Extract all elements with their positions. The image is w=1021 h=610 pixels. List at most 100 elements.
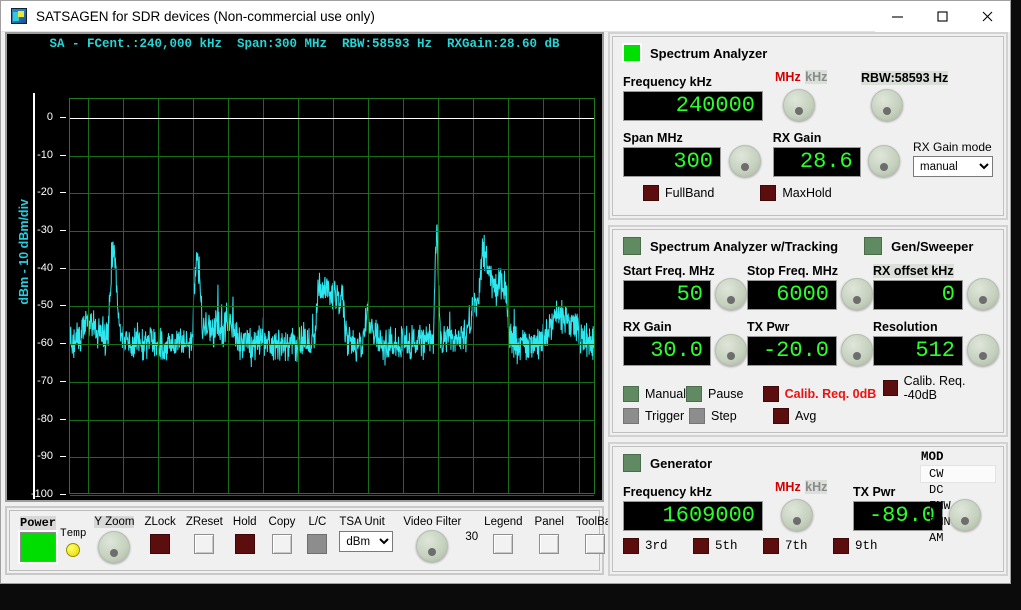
grid-line-vertical xyxy=(228,99,229,493)
tracking-rxgain-value[interactable]: 30.0 xyxy=(623,336,711,366)
tracking-title: Spectrum Analyzer w/Tracking xyxy=(650,239,838,254)
pause-checkbox[interactable]: Pause xyxy=(686,386,763,402)
grid-line-horizontal xyxy=(70,344,594,345)
minimize-icon[interactable] xyxy=(875,1,920,32)
toolbar-button[interactable] xyxy=(585,534,605,554)
harmonic-5th-checkbox[interactable]: 5th xyxy=(693,538,763,554)
y-tick-label: -40 xyxy=(37,262,53,274)
y-tick-mark xyxy=(60,456,66,457)
video-filter-knob[interactable] xyxy=(416,530,448,562)
grid-line-horizontal xyxy=(70,156,594,157)
zreset-label: ZReset xyxy=(186,516,223,528)
mod-option-label: FMW xyxy=(929,499,951,513)
trigger-label: Trigger xyxy=(645,409,684,423)
sa-unit-knob-group: MHz kHz xyxy=(775,68,861,121)
sa-rxgain-knob-wrap xyxy=(868,145,913,177)
rx-offset-group: RX offset kHz 0 xyxy=(873,262,963,310)
sa-frequency-knob[interactable] xyxy=(783,89,815,121)
rx-offset-knob[interactable] xyxy=(967,278,999,310)
sa-row-2: Span MHz 300 RX Gain 28.6 xyxy=(623,131,993,177)
y-tick-label: -80 xyxy=(37,413,53,425)
tracking-txpwr-knob[interactable] xyxy=(841,334,873,366)
sa-span-value[interactable]: 300 xyxy=(623,147,721,177)
close-icon[interactable] xyxy=(965,1,1010,32)
spectrum-analyzer-toggle[interactable] xyxy=(623,44,641,62)
power-button[interactable] xyxy=(20,532,56,562)
tsa-unit-select[interactable]: dBm xyxy=(339,531,393,552)
sa-rxgain-value[interactable]: 28.6 xyxy=(773,147,861,177)
hold-button[interactable] xyxy=(235,534,255,554)
gen-txpwr-knob[interactable] xyxy=(949,499,981,531)
gen-unit-khz-label[interactable]: kHz xyxy=(805,480,827,494)
legend-button[interactable] xyxy=(493,534,513,554)
mod-option-cw[interactable]: CW xyxy=(921,466,995,482)
step-checkbox[interactable]: Step xyxy=(689,408,773,424)
start-freq-knob[interactable] xyxy=(715,278,747,310)
stop-freq-knob[interactable] xyxy=(841,278,873,310)
fullband-box-icon xyxy=(643,185,659,201)
resolution-value[interactable]: 512 xyxy=(873,336,963,366)
app-window: SATSAGEN for SDR devices (Non-commercial… xyxy=(0,0,1011,584)
sa-unit-khz-label[interactable]: kHz xyxy=(805,70,827,84)
manual-checkbox[interactable]: Manual xyxy=(623,386,686,402)
harmonic-3rd-checkbox[interactable]: 3rd xyxy=(623,538,693,554)
generator-toggle[interactable] xyxy=(623,454,641,472)
y-tick-label: -10 xyxy=(37,149,53,161)
gen-frequency-value[interactable]: 1609000 xyxy=(623,501,763,531)
y-tick-label: -70 xyxy=(37,375,53,387)
sa-rxgain-mode-group: RX Gain mode manual xyxy=(913,140,993,177)
mod-option-dc[interactable]: DC xyxy=(921,482,995,498)
maximize-icon[interactable] xyxy=(920,1,965,32)
sa-rbw-knob[interactable] xyxy=(871,89,903,121)
y-axis-line xyxy=(33,93,35,499)
zlock-button[interactable] xyxy=(150,534,170,554)
gen-unit-mhz-label[interactable]: MHz xyxy=(775,480,801,494)
sa-fullband-checkbox[interactable]: FullBand xyxy=(643,185,714,201)
pause-box-icon xyxy=(686,386,702,402)
sa-span-knob[interactable] xyxy=(729,145,761,177)
plot-header-text: SA - FCent.:240,000 kHz Span:300 MHz RBW… xyxy=(7,37,602,51)
start-freq-value[interactable]: 50 xyxy=(623,280,711,310)
panel-button[interactable] xyxy=(539,534,559,554)
grid-line-horizontal xyxy=(70,457,594,458)
tracking-toggle[interactable] xyxy=(623,237,641,255)
tracking-txpwr-value[interactable]: -20.0 xyxy=(747,336,837,366)
resolution-knob[interactable] xyxy=(967,334,999,366)
zreset-button[interactable] xyxy=(194,534,214,554)
copy-button[interactable] xyxy=(272,534,292,554)
sa-maxhold-label: MaxHold xyxy=(782,186,831,200)
lc-button[interactable] xyxy=(307,534,327,554)
tracking-rxgain-knob[interactable] xyxy=(715,334,747,366)
sa-unit-mhz-label[interactable]: MHz xyxy=(775,70,801,84)
avg-checkbox[interactable]: Avg xyxy=(773,408,816,424)
gen-frequency-knob[interactable] xyxy=(781,499,813,531)
calib-40db-label: Calib. Req. -40dB xyxy=(904,374,993,402)
stop-freq-value[interactable]: 6000 xyxy=(747,280,837,310)
harmonic-7th-checkbox[interactable]: 7th xyxy=(763,538,833,554)
rx-offset-label: RX offset kHz xyxy=(873,264,954,278)
tracking-rxgain-knob-wrap xyxy=(711,334,747,366)
harmonic-9th-checkbox[interactable]: 9th xyxy=(833,538,903,554)
trigger-checkbox[interactable]: Trigger xyxy=(623,408,689,424)
spectrum-analyzer-title: Spectrum Analyzer xyxy=(650,46,767,61)
spectrum-plot[interactable]: SA - FCent.:240,000 kHz Span:300 MHz RBW… xyxy=(5,32,604,502)
rx-offset-value[interactable]: 0 xyxy=(873,280,963,310)
gen-sweeper-toggle[interactable] xyxy=(864,237,882,255)
sa-maxhold-checkbox[interactable]: MaxHold xyxy=(760,185,831,201)
sa-rxgain-knob[interactable] xyxy=(868,145,900,177)
zlock-group: ZLock xyxy=(144,516,175,554)
sa-span-label: Span MHz xyxy=(623,131,729,145)
mod-option-label: DC xyxy=(929,483,943,497)
y-tick-label: -30 xyxy=(37,224,53,236)
calib-0db-checkbox[interactable]: Calib. Req. 0dB xyxy=(763,386,883,402)
hold-label: Hold xyxy=(233,516,257,528)
start-freq-group: Start Freq. MHz 50 xyxy=(623,264,711,310)
yzoom-knob[interactable] xyxy=(98,531,130,563)
gen-sweeper-title-group: Gen/Sweeper xyxy=(864,237,973,255)
sa-rxgain-mode-select[interactable]: manual xyxy=(913,156,993,177)
y-tick-label: -50 xyxy=(37,299,53,311)
title-bar: SATSAGEN for SDR devices (Non-commercial… xyxy=(1,1,1010,32)
sa-frequency-value[interactable]: 240000 xyxy=(623,91,763,121)
mod-option-am[interactable]: AM xyxy=(921,530,995,546)
calib-40db-checkbox[interactable]: Calib. Req. -40dB xyxy=(883,374,993,402)
